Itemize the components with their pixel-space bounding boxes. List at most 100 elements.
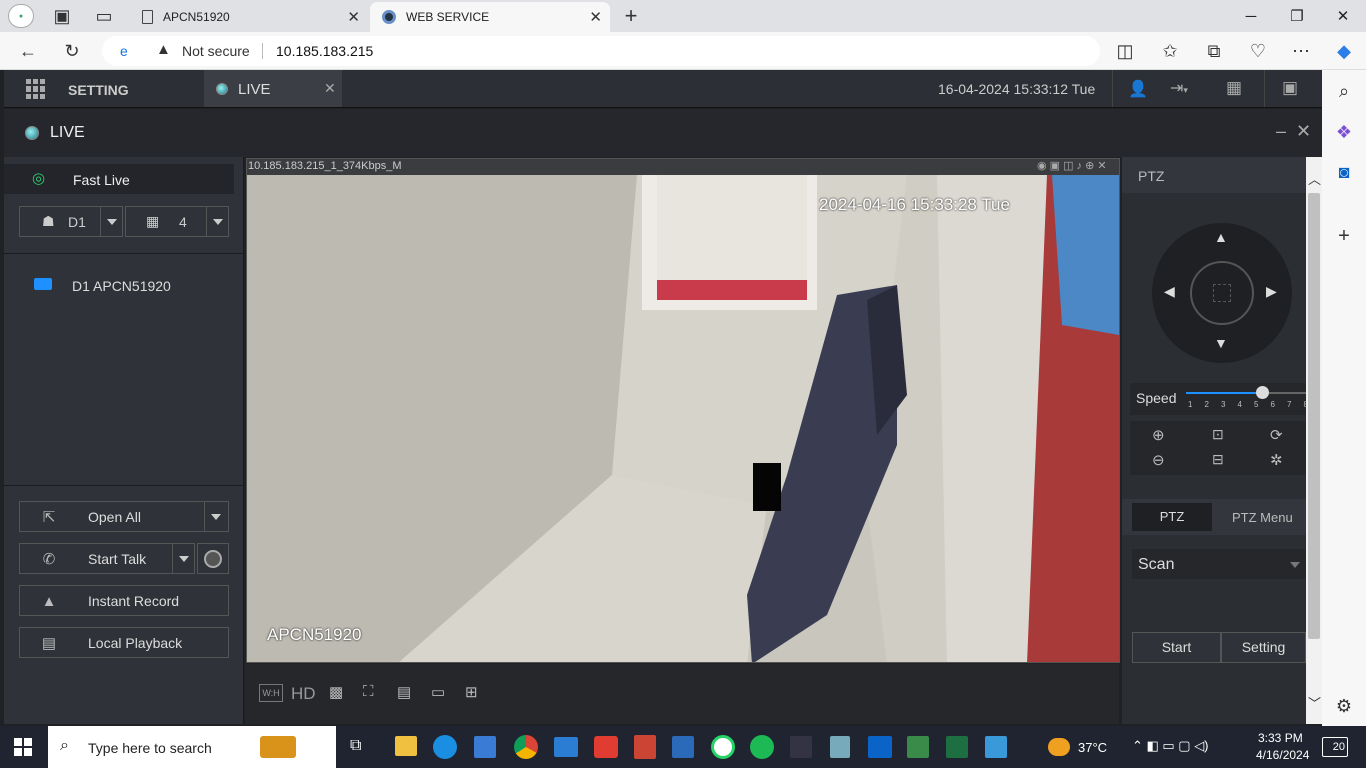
tray-icons[interactable]: ⌃ ◧ ▭ ▢ ◁) [1132,738,1209,754]
settings-gear-icon[interactable]: ⚙ [1331,694,1357,718]
more-menu-icon[interactable]: ⋯ [1288,38,1314,64]
hd-button[interactable]: HD [291,684,316,704]
new-tab-button[interactable]: + [618,3,644,28]
setting-menu[interactable]: SETTING [68,82,129,98]
focus-far-icon[interactable]: ⊟ [1212,451,1224,468]
app-icon[interactable] [634,735,656,759]
arrow-right-icon[interactable]: ▶ [1266,283,1277,300]
tab-ptz-menu[interactable]: PTZ Menu [1232,510,1293,525]
edge-browser-icon[interactable] [433,735,457,759]
taskbar-search[interactable]: ⌕ Type here to search [48,726,336,768]
arrow-down-icon[interactable]: ▼ [1214,335,1228,351]
aspect-ratio-button[interactable]: W:H [259,684,283,702]
start-talk-button[interactable]: ✆ Start Talk [19,543,195,574]
add-icon[interactable]: + [1331,224,1357,248]
app-icon[interactable] [672,736,694,758]
ptz-setting-button[interactable]: Setting [1221,632,1306,663]
zoom-out-icon[interactable]: ⊖ [1152,451,1165,469]
photos-icon[interactable] [985,736,1007,758]
collections-icon[interactable]: ⧉ [1201,38,1227,64]
device-list-item[interactable]: D1 APCN51920 [4,273,240,299]
qr-code-icon[interactable]: ▦ [1226,78,1242,98]
close-tab-icon[interactable]: ✕ [347,8,360,26]
iris-open-icon[interactable]: ⟳ [1270,426,1283,444]
mail-icon[interactable] [554,737,578,757]
store-icon[interactable] [474,736,496,758]
back-icon[interactable]: ← [14,38,42,64]
clock-time[interactable]: 3:33 PM [1258,731,1303,745]
browser-tab-apcn[interactable]: APCN51920 ✕ [132,2,368,32]
split-screen-icon[interactable]: ◫ [1112,38,1138,64]
video-window[interactable]: 10.185.183.215_1_374Kbps_M ◉ ▣ ◫ ♪ ⊕ ✕ 2… [246,158,1120,663]
app-icon[interactable] [830,736,850,758]
task-view-icon[interactable]: ⧉ [350,737,361,755]
speed-slider-handle[interactable] [1256,386,1269,399]
address-bar[interactable]: e ▲ Not secure 10.185.183.215 [102,36,1100,66]
performance-icon[interactable]: ♡ [1245,38,1271,64]
zoom-in-icon[interactable]: ⊕ [1152,426,1165,444]
fast-live-item[interactable]: ◎ Fast Live [4,164,234,194]
warning-icon[interactable]: ▲ [156,41,171,58]
ptz-direction-pad[interactable]: ▲ ▼ ◀ ▶ [1152,223,1292,363]
browser-tab-web-service[interactable]: WEB SERVICE ✕ [370,2,610,32]
close-live-tab-icon[interactable]: ✕ [324,80,336,97]
arrow-left-icon[interactable]: ◀ [1164,283,1175,300]
close-window-button[interactable]: ✕ [1320,0,1366,32]
ptz-mode-select[interactable]: Scan [1132,549,1306,579]
chrome-icon[interactable] [514,735,538,759]
talk-status-indicator[interactable] [197,543,229,574]
app-icon[interactable] [907,736,929,758]
spotify-icon[interactable] [750,735,774,759]
notification-icon[interactable]: 20 [1322,737,1348,757]
arrow-up-icon[interactable]: ▲ [1214,229,1228,245]
local-playback-button[interactable]: ▤ Local Playback [19,627,229,658]
tab-ptz[interactable]: PTZ [1132,503,1212,531]
minimize-window-button[interactable]: ─ [1228,0,1274,32]
ptz-start-button[interactable]: Start [1132,632,1221,663]
user-icon[interactable]: 👤 [1128,79,1148,99]
iris-close-icon[interactable]: ✲ [1270,451,1283,469]
minimize-panel-icon[interactable]: – [1276,121,1286,142]
whatsapp-icon[interactable] [711,735,735,759]
app-icon[interactable] [790,736,812,758]
search-icon[interactable]: ⌕ [1331,80,1357,102]
outlook-icon[interactable] [868,736,892,758]
discover-icon[interactable]: ❖ [1331,120,1357,144]
scroll-up-icon[interactable]: ︿ [1308,169,1321,188]
refresh-icon[interactable]: ↻ [58,38,86,64]
monitor-icon[interactable]: ▣ [1282,78,1298,98]
weather-temperature[interactable]: 37°C [1078,740,1107,755]
focus-near-icon[interactable]: ⊡ [1212,426,1224,443]
scroll-down-icon[interactable]: ﹀ [1308,693,1321,712]
live-app-tab[interactable]: LIVE ✕ [204,70,342,107]
stream-controls-icons[interactable]: ◉ ▣ ◫ ♪ ⊕ ✕ [1037,159,1107,172]
fullscreen-icon[interactable]: ⛶ [363,683,374,700]
url-text[interactable]: 10.185.183.215 [276,43,373,59]
chevron-down-icon[interactable] [211,514,221,520]
favorites-icon[interactable]: ✩ [1157,38,1183,64]
four-split-icon[interactable]: ⊞ [465,683,478,701]
tab-actions-icon[interactable]: ▭ [92,4,116,28]
outlook-icon[interactable]: ◙ [1331,160,1357,184]
close-tab-icon[interactable]: ✕ [589,8,602,26]
split-select[interactable]: ▦ 4 [125,206,229,237]
close-panel-icon[interactable]: ✕ [1296,121,1311,142]
instant-record-button[interactable]: ▲ Instant Record [19,585,229,616]
anydesk-icon[interactable] [594,736,618,758]
copilot-icon[interactable]: ◆ [1331,38,1357,64]
restore-window-button[interactable]: ❐ [1274,0,1320,32]
smooth-icon[interactable]: ▩ [329,683,343,701]
single-window-icon[interactable]: ▤ [397,683,411,701]
file-explorer-icon[interactable] [395,736,417,756]
chevron-down-icon[interactable] [179,556,189,562]
security-label[interactable]: Not secure [182,43,250,59]
windows-start-icon[interactable] [14,738,32,756]
one-split-icon[interactable]: ▭ [431,683,445,701]
stream-select[interactable]: ☗ D1 [19,206,123,237]
profile-avatar[interactable]: ● [8,4,34,28]
scroll-thumb[interactable] [1308,193,1320,639]
open-all-button[interactable]: ⇱ Open All [19,501,229,532]
clock-date[interactable]: 4/16/2024 [1256,748,1309,762]
workspaces-icon[interactable]: ▣ [50,4,74,28]
apps-grid-icon[interactable] [26,79,46,99]
